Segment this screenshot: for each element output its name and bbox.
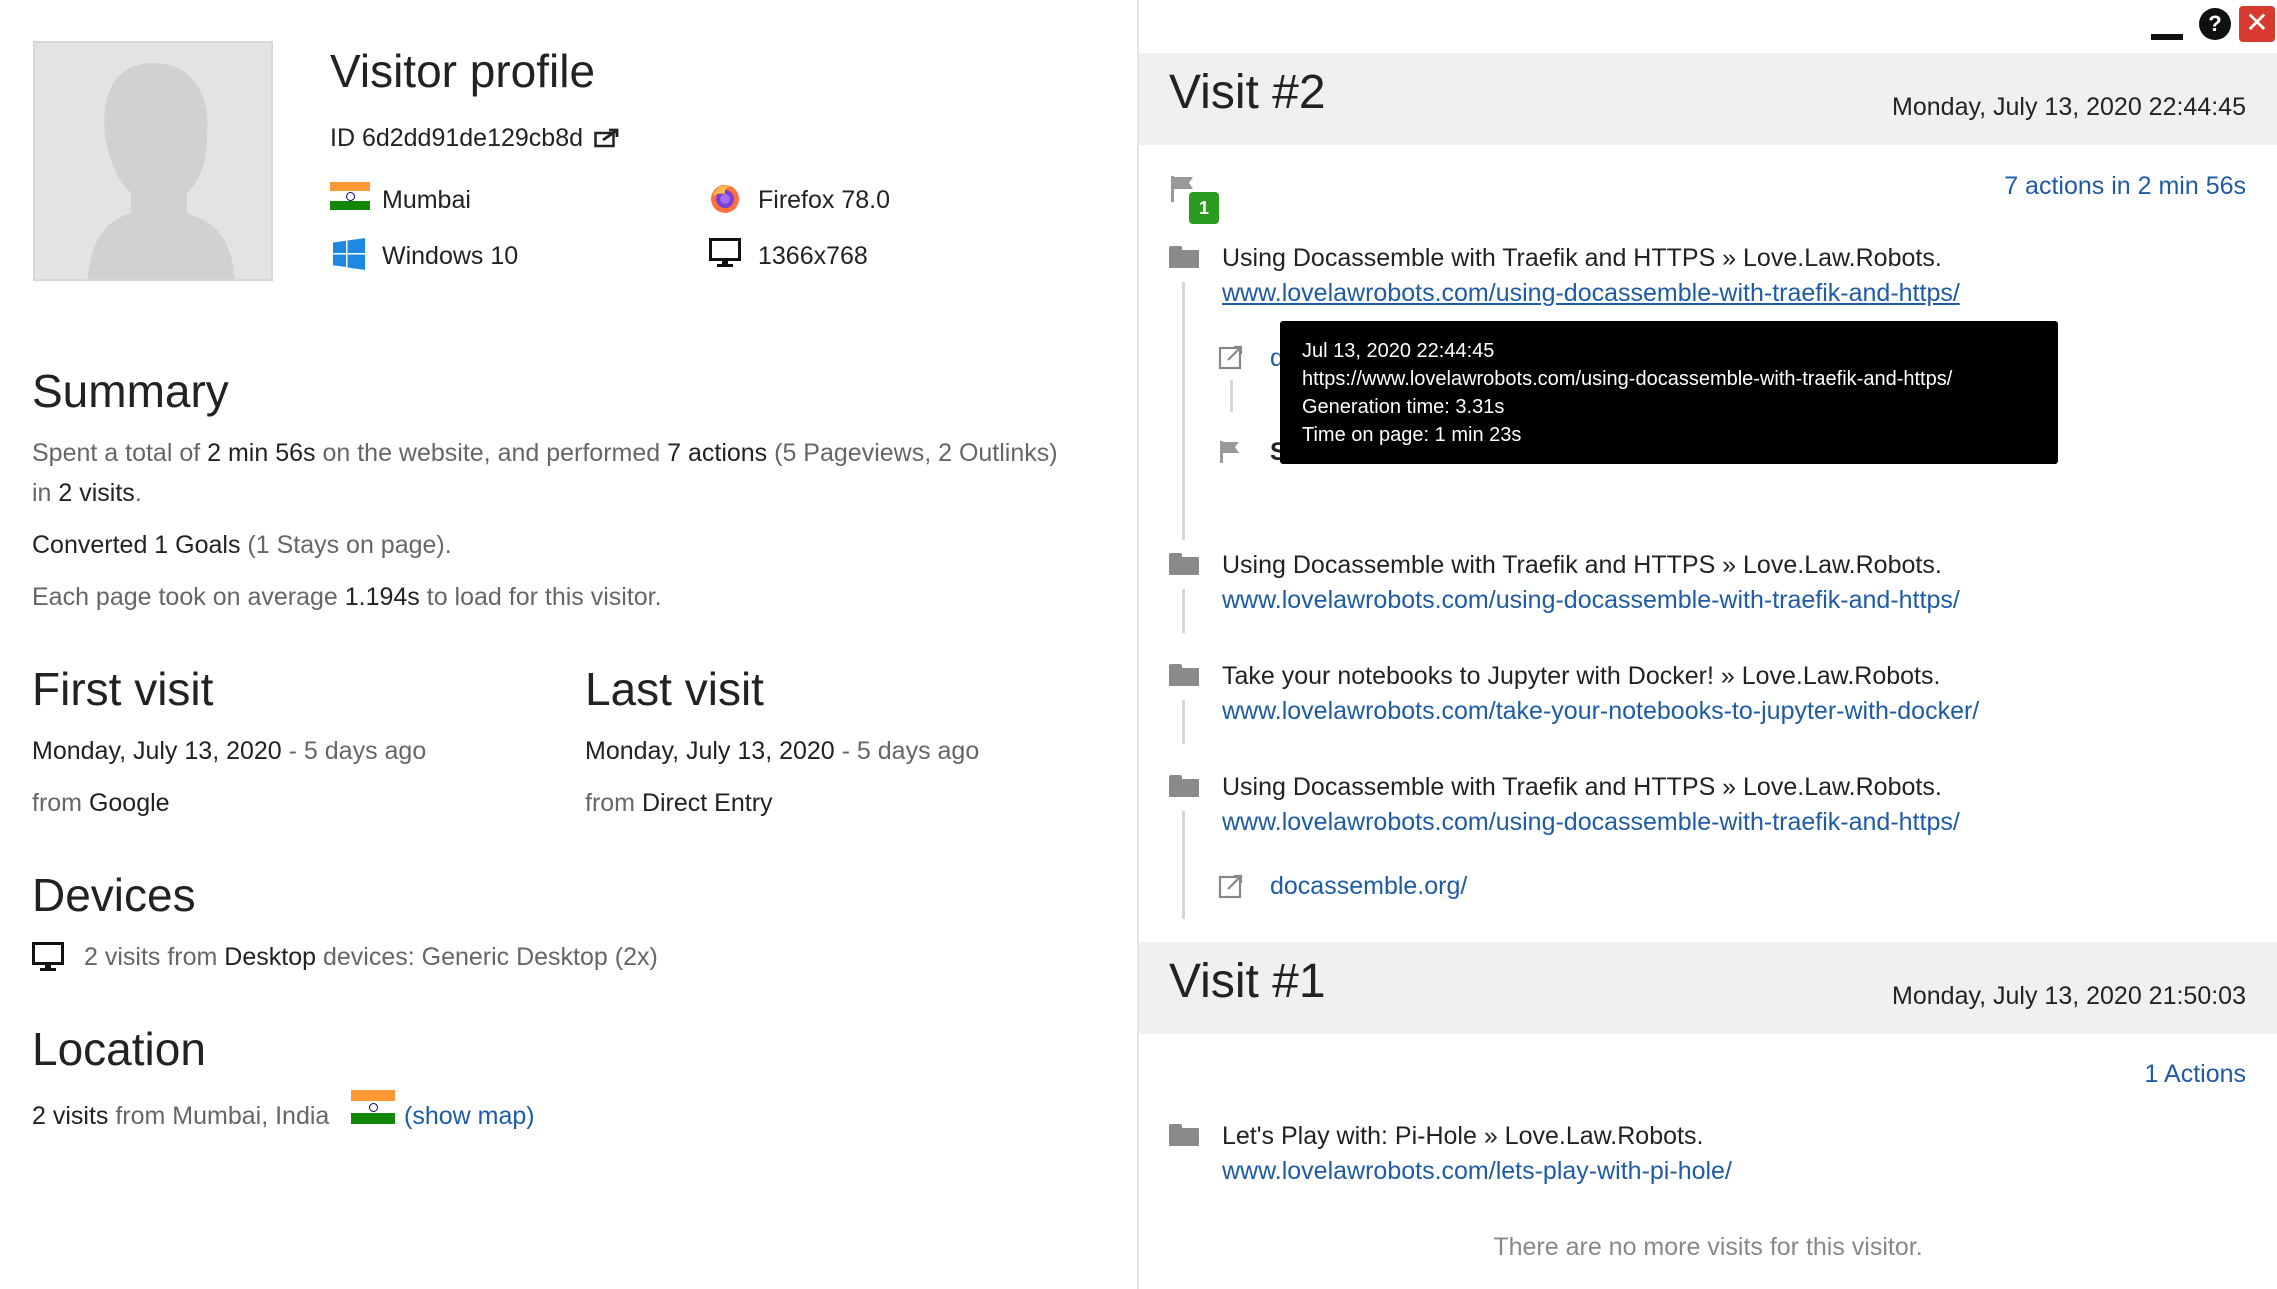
timeline-line: [1182, 282, 1185, 540]
folder-icon: [1169, 246, 1199, 268]
pageview-title: Using Docassemble with Traefik and HTTPS…: [1222, 244, 1942, 272]
visitor-profile-panel: Visitor profile ID 6d2dd91de129cb8d Mumb…: [0, 0, 1137, 1289]
show-map-link[interactable]: (show map): [404, 1096, 535, 1136]
minimize-icon[interactable]: [2151, 34, 2183, 40]
pageview-url[interactable]: www.lovelawrobots.com/using-docassemble-…: [1222, 279, 1960, 308]
visit-2-header: Visit #2 Monday, July 13, 2020 22:44:45: [1139, 53, 2277, 145]
close-icon[interactable]: ✕: [2239, 6, 2275, 42]
location-heading: Location: [32, 1023, 206, 1075]
visit-2-date: Monday, July 13, 2020 22:44:45: [1892, 93, 2246, 121]
avatar-silhouette: [35, 43, 271, 279]
screen-resolution: 1366x768: [758, 242, 868, 270]
visit-2-actions-summary[interactable]: 7 actions in 2 min 56s: [2004, 172, 2246, 201]
sub-timeline-line: [1230, 380, 1233, 412]
external-link-icon[interactable]: [594, 128, 620, 148]
visitor-id-text: ID 6d2dd91de129cb8d: [330, 124, 584, 152]
devices-summary: 2 visits from Desktop devices: Generic D…: [84, 943, 658, 971]
summary-load-time: Each page took on average 1.194s to load…: [32, 583, 662, 611]
tooltip-time-on-page: Time on page: 1 min 23s: [1302, 424, 1522, 446]
visit-1-date: Monday, July 13, 2020 21:50:03: [1892, 982, 2246, 1010]
india-flag-icon: [351, 1090, 395, 1129]
location-summary: 2 visits from Mumbai, India: [32, 1102, 330, 1130]
monitor-icon: [709, 238, 741, 273]
timeline-line: [1182, 811, 1185, 919]
goal-count-badge: 1: [1189, 192, 1219, 224]
folder-icon: [1169, 553, 1199, 575]
first-visit-referrer: from Google: [32, 789, 170, 817]
devices-heading: Devices: [32, 869, 196, 921]
pageview-title: Using Docassemble with Traefik and HTTPS…: [1222, 773, 1942, 801]
tooltip-time: Jul 13, 2020 22:44:45: [1302, 340, 1495, 362]
timeline-line: [1182, 700, 1185, 744]
last-visit-date: Monday, July 13, 2020 - 5 days ago: [585, 737, 980, 765]
summary-goals: Converted 1 Goals (1 Stays on page).: [32, 531, 452, 559]
external-link-icon: [1218, 874, 1243, 899]
location-city: Mumbai: [382, 186, 471, 214]
first-visit-date: Monday, July 13, 2020 - 5 days ago: [32, 737, 427, 765]
outlink-url[interactable]: docassemble.org/: [1270, 872, 1467, 901]
summary-line-2: in 2 visits.: [32, 479, 142, 507]
summary-heading: Summary: [32, 365, 229, 417]
folder-icon: [1169, 664, 1199, 686]
flag-icon: [1220, 441, 1239, 463]
india-flag-icon: [330, 182, 370, 215]
folder-icon: [1169, 1124, 1199, 1146]
visitor-id[interactable]: ID 6d2dd91de129cb8d: [330, 124, 620, 153]
last-visit-heading: Last visit: [585, 663, 764, 715]
visit-2-title: Visit #2: [1169, 66, 1326, 119]
tooltip-url: https://www.lovelawrobots.com/using-doca…: [1302, 368, 1953, 390]
visit-1-title: Visit #1: [1169, 955, 1326, 1008]
pageview-url[interactable]: www.lovelawrobots.com/lets-play-with-pi-…: [1222, 1157, 1732, 1186]
timeline-line: [1182, 589, 1185, 633]
windows-icon: [333, 238, 365, 275]
pageview-title: Using Docassemble with Traefik and HTTPS…: [1222, 551, 1942, 579]
visit-1-actions-summary[interactable]: 1 Actions: [2145, 1060, 2246, 1089]
desktop-icon: [32, 942, 64, 977]
help-icon[interactable]: ?: [2199, 8, 2231, 40]
pageview-url[interactable]: www.lovelawrobots.com/take-your-notebook…: [1222, 697, 1979, 726]
summary-line-1: Spent a total of 2 min 56s on the websit…: [32, 439, 1058, 467]
folder-icon: [1169, 775, 1199, 797]
browser-name: Firefox 78.0: [758, 186, 891, 214]
last-visit-referrer: from Direct Entry: [585, 789, 773, 817]
os-name: Windows 10: [382, 242, 519, 270]
pageview-tooltip: Jul 13, 2020 22:44:45 https://www.lovela…: [1280, 321, 2058, 464]
first-visit-heading: First visit: [32, 663, 214, 715]
page-title: Visitor profile: [330, 45, 596, 97]
pageview-title: Let's Play with: Pi-Hole » Love.Law.Robo…: [1222, 1122, 1704, 1150]
no-more-visits-message: There are no more visits for this visito…: [1493, 1233, 1923, 1261]
firefox-icon: [709, 182, 741, 219]
pageview-url[interactable]: www.lovelawrobots.com/using-docassemble-…: [1222, 808, 1960, 837]
pageview-title: Take your notebooks to Jupyter with Dock…: [1222, 662, 1941, 690]
pageview-url[interactable]: www.lovelawrobots.com/using-docassemble-…: [1222, 586, 1960, 615]
avatar: [33, 41, 273, 281]
external-link-icon: [1218, 345, 1243, 370]
visits-panel: ? ✕ Visit #2 Monday, July 13, 2020 22:44…: [1139, 0, 2277, 1289]
tooltip-generation-time: Generation time: 3.31s: [1302, 396, 1505, 418]
visit-1-header: Visit #1 Monday, July 13, 2020 21:50:03: [1139, 942, 2277, 1034]
